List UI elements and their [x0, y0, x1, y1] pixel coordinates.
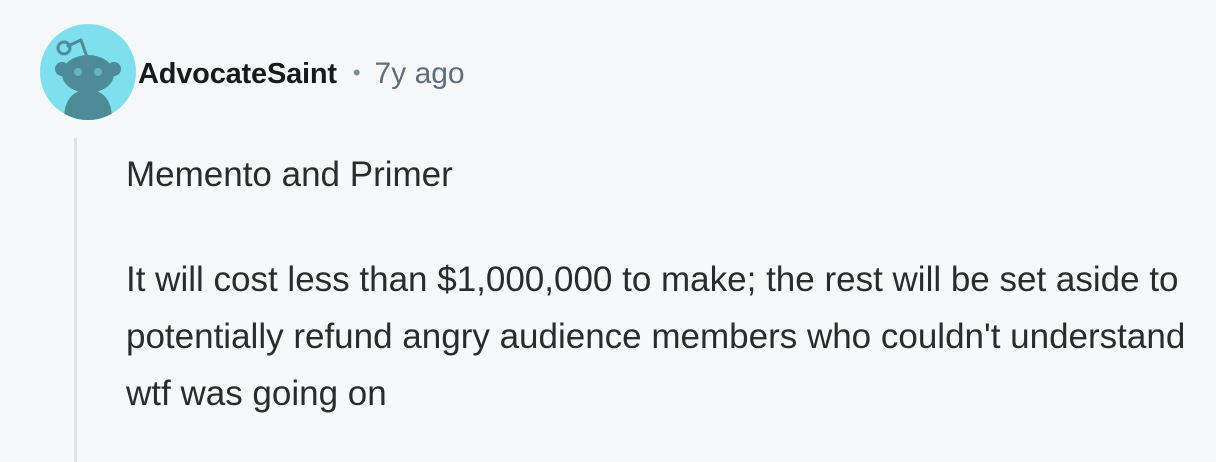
comment-paragraph: It will cost less than $1,000,000 to mak… [126, 260, 1186, 413]
snoo-avatar-icon [55, 38, 121, 120]
avatar[interactable] [40, 24, 136, 120]
comment-header: AdvocateSaint • 7y ago [138, 54, 465, 94]
username[interactable]: AdvocateSaint [138, 58, 337, 91]
timestamp[interactable]: 7y ago [375, 57, 465, 91]
thread-line[interactable] [74, 138, 77, 462]
comment-body: Memento and Primer It will cost less tha… [126, 146, 1186, 422]
comment: AdvocateSaint • 7y ago Memento and Prime… [0, 0, 1216, 462]
separator-dot: • [352, 60, 361, 85]
comment-paragraph: Memento and Primer [126, 155, 453, 194]
